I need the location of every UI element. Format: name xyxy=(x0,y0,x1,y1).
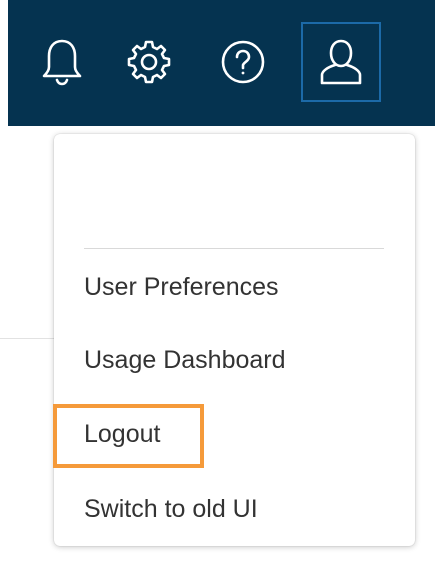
menu-separator xyxy=(84,248,384,249)
menu-item-usage-dashboard[interactable]: Usage Dashboard xyxy=(84,345,286,375)
user-dropdown-menu: User Preferences Usage Dashboard Logout … xyxy=(54,134,415,546)
help-icon[interactable] xyxy=(203,22,283,102)
screenshot-stage: User Preferences Usage Dashboard Logout … xyxy=(0,0,435,564)
menu-item-user-preferences[interactable]: User Preferences xyxy=(84,272,279,302)
user-icon[interactable] xyxy=(301,22,381,102)
menu-item-switch-to-old-ui[interactable]: Switch to old UI xyxy=(84,494,258,524)
bell-icon[interactable] xyxy=(22,22,102,102)
menu-item-logout[interactable]: Logout xyxy=(84,419,160,449)
top-navigation-bar xyxy=(8,0,435,126)
gear-icon[interactable] xyxy=(109,22,189,102)
page-divider xyxy=(0,338,54,339)
